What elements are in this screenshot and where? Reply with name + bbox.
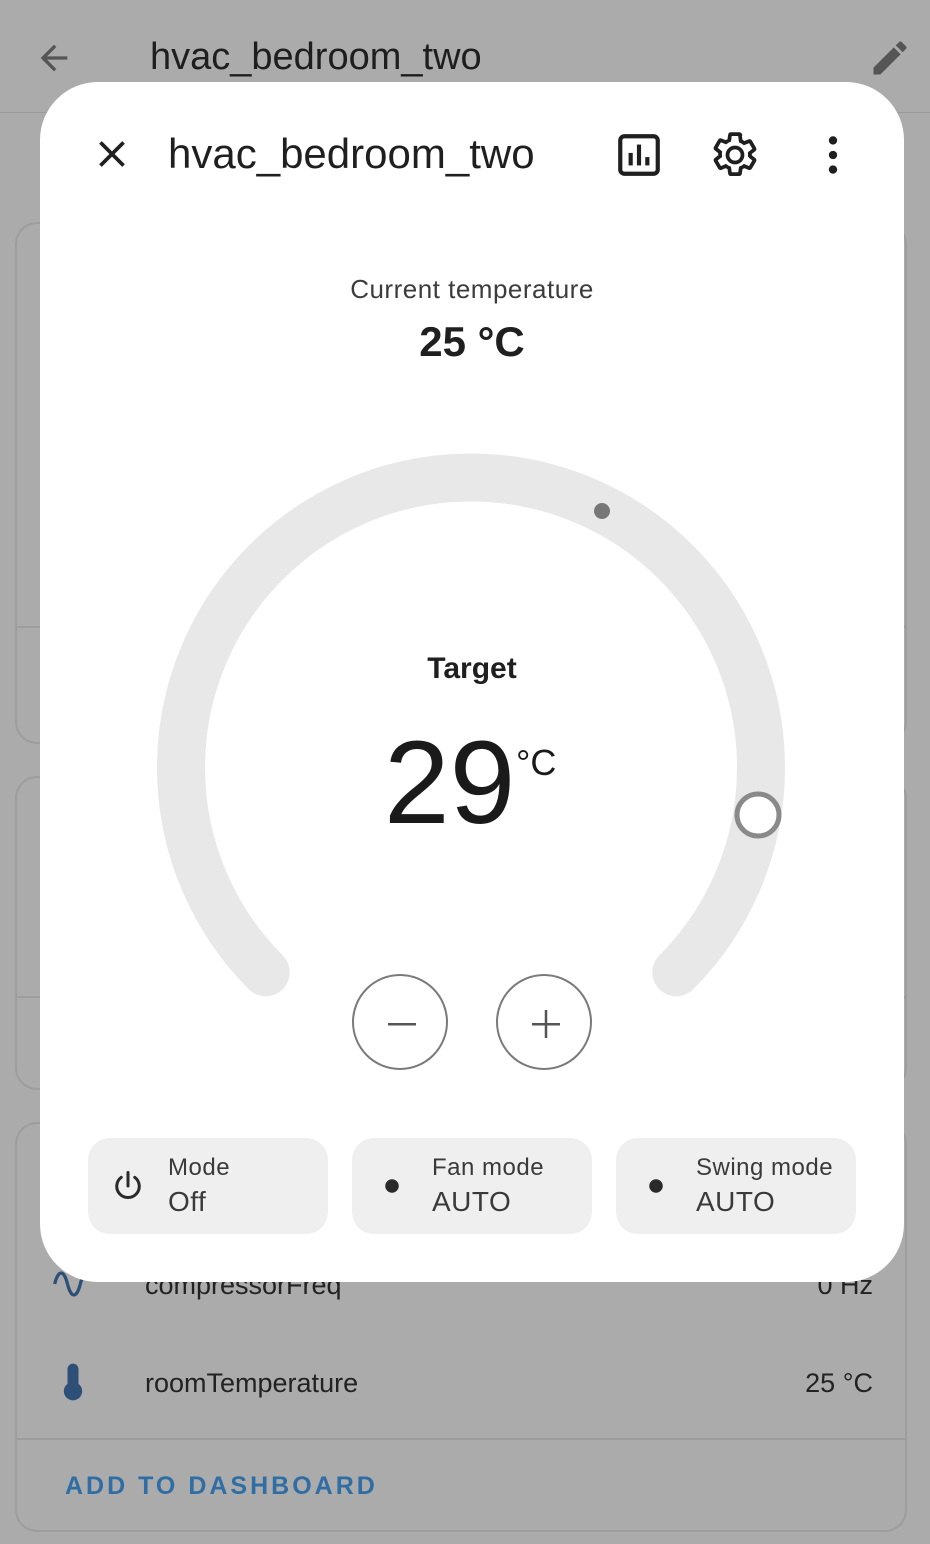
back-arrow-icon[interactable] [34,38,74,78]
climate-dialog: hvac_bedroom_two Current temperature 25 … [40,82,904,1282]
card-divider [17,1438,905,1440]
dialog-title: hvac_bedroom_two [168,130,535,177]
minus-icon [388,1023,416,1026]
current-temperature-marker [594,503,610,519]
increase-temperature-button[interactable] [496,974,592,1070]
hvac-mode-select[interactable]: Mode Off [88,1138,328,1234]
mode-label: Mode [168,1154,231,1181]
swing-mode-select[interactable]: Swing mode AUTO [616,1138,856,1234]
fan-mode-select[interactable]: Fan mode AUTO [352,1138,592,1234]
fan-mode-value: AUTO [432,1186,512,1217]
close-icon[interactable] [90,132,134,176]
power-icon [115,1171,141,1199]
swing-mode-label: Swing mode [696,1154,834,1181]
swing-mode-value: AUTO [696,1186,776,1217]
target-label: Target [427,652,517,685]
entity-row-room-temperature[interactable]: roomTemperature 25 °C [17,1352,905,1412]
plus-icon [532,1010,560,1038]
more-vert-icon[interactable] [808,130,858,180]
current-temperature-label: Current temperature [350,274,594,304]
fan-mode-label: Fan mode [432,1154,545,1181]
add-to-dashboard-button[interactable]: ADD TO DASHBOARD [65,1472,378,1501]
current-temperature-value: 25 °C [419,318,525,365]
gear-icon[interactable] [710,130,760,180]
dot-icon [649,1179,663,1193]
pencil-icon[interactable] [868,36,912,80]
target-slider-handle[interactable] [734,791,782,839]
decrease-temperature-button[interactable] [352,974,448,1070]
target-temperature-unit: °C [516,742,557,783]
history-chart-icon[interactable] [614,130,664,180]
thermometer-icon [63,1363,83,1401]
mode-value: Off [168,1186,207,1217]
target-temperature-value: 29 [384,717,516,849]
background-page-title: hvac_bedroom_two [150,36,482,78]
dot-icon [385,1179,399,1193]
entity-name: roomTemperature [145,1368,359,1398]
entity-value: 25 °C [805,1368,873,1398]
